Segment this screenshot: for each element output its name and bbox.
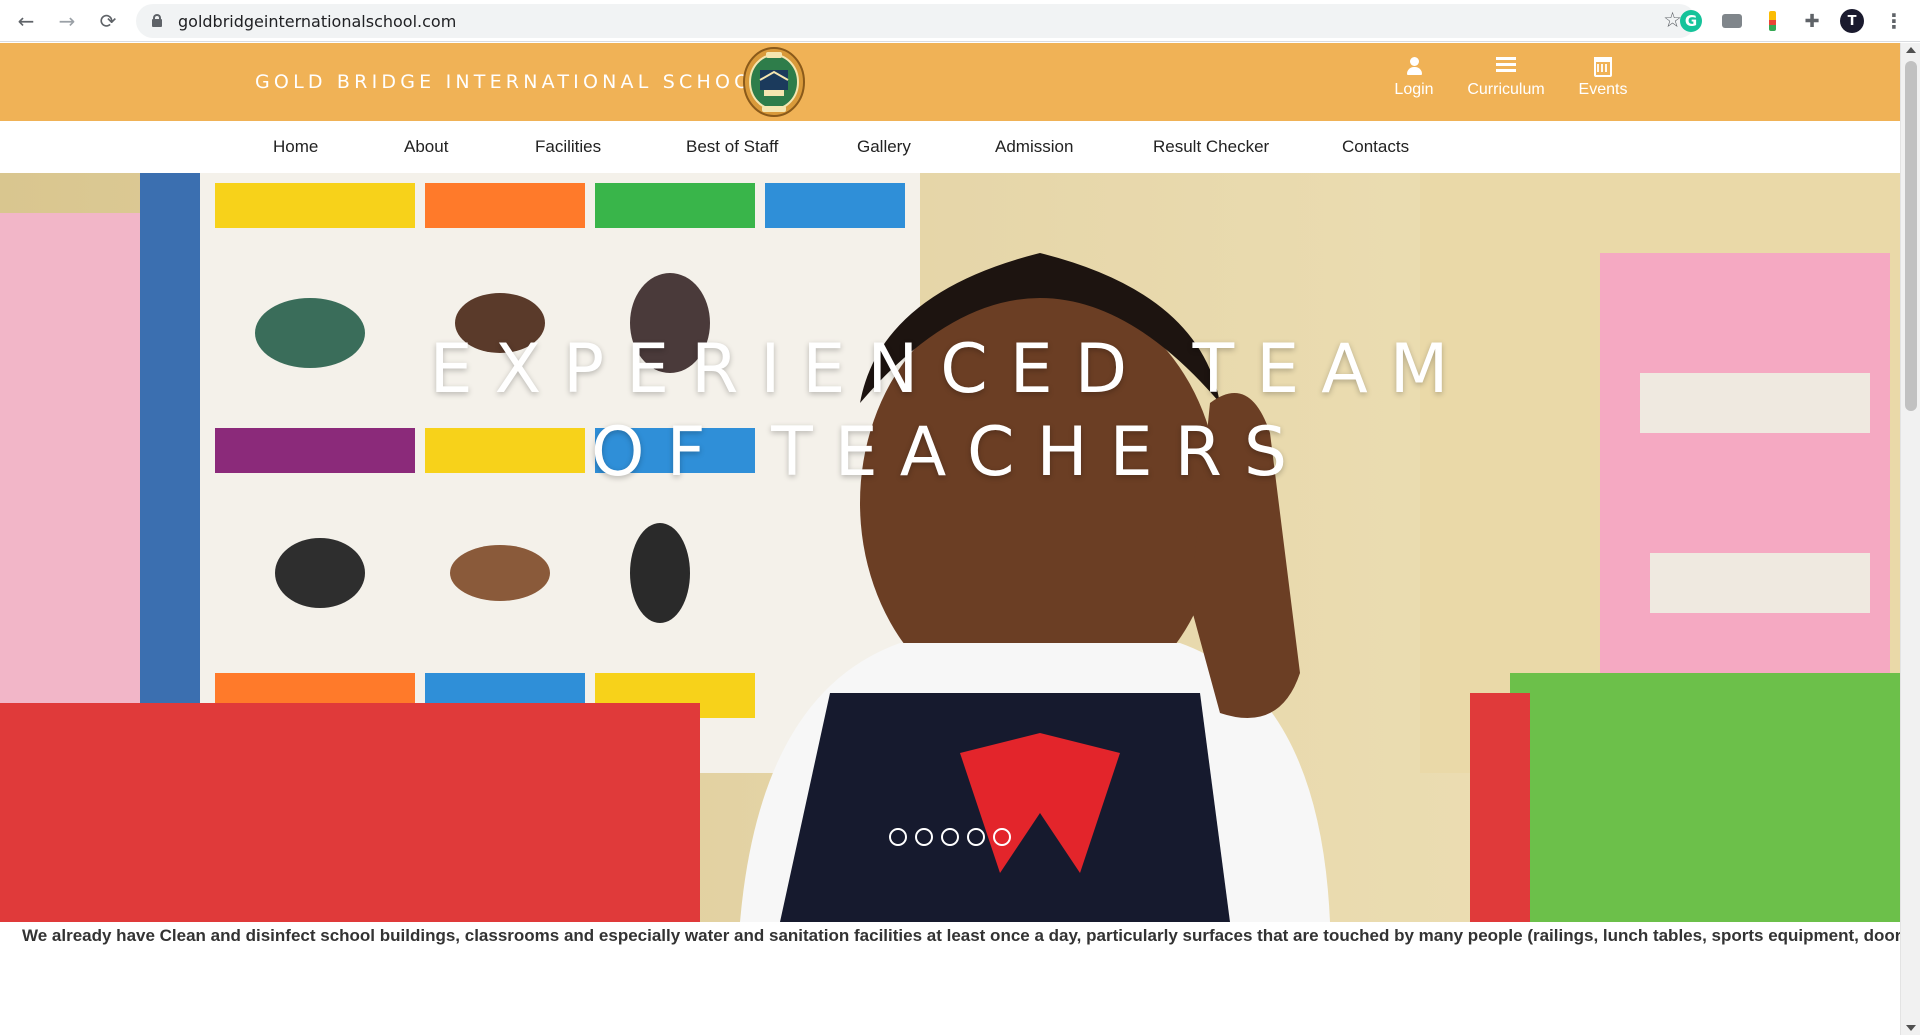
address-bar[interactable]: goldbridgeinternationalschool.com ☆	[136, 4, 1696, 38]
events-label: Events	[1578, 81, 1628, 98]
extensions-puzzle-icon[interactable]: ✚	[1800, 9, 1824, 33]
login-label: Login	[1394, 81, 1434, 98]
hero-title-line2: OF TEACHERS	[590, 413, 1310, 492]
browser-menu-icon[interactable]: ⋮	[1882, 9, 1906, 33]
calendar-icon	[1594, 57, 1612, 77]
curriculum-label: Curriculum	[1467, 81, 1545, 98]
announcement-text: We already have Clean and disinfect scho…	[22, 926, 1900, 945]
slider-dot-3[interactable]	[941, 828, 959, 846]
profile-avatar-icon[interactable]: T	[1840, 9, 1864, 33]
page-scrollbar[interactable]	[1900, 43, 1920, 1035]
nav-gallery[interactable]: Gallery	[857, 137, 911, 157]
forward-icon[interactable]: →	[53, 7, 81, 35]
slider-dot-4[interactable]	[967, 828, 985, 846]
scroll-up-arrow-icon[interactable]	[1906, 47, 1916, 53]
grammarly-extension-icon[interactable]: G	[1680, 10, 1702, 32]
main-navigation: Home About Facilities Best of Staff Gall…	[0, 121, 1900, 173]
nav-about[interactable]: About	[404, 137, 448, 157]
browser-toolbar: ← → ⟳ goldbridgeinternationalschool.com …	[0, 0, 1920, 42]
hero-title-line1: EXPERIENCED TEAM	[429, 330, 1471, 409]
nav-facilities[interactable]: Facilities	[535, 137, 601, 157]
back-icon[interactable]: ←	[12, 7, 40, 35]
nav-contacts[interactable]: Contacts	[1342, 137, 1409, 157]
slider-dot-5[interactable]	[993, 828, 1011, 846]
curriculum-link[interactable]: Curriculum	[1461, 57, 1551, 99]
nav-admission[interactable]: Admission	[995, 137, 1073, 157]
lock-icon[interactable]	[152, 14, 162, 27]
announcement-ticker: We already have Clean and disinfect scho…	[0, 922, 1900, 962]
events-link[interactable]: Events	[1558, 57, 1648, 99]
list-icon	[1496, 57, 1516, 77]
scrollbar-thumb[interactable]	[1905, 61, 1917, 411]
slider-pagination	[0, 828, 1900, 846]
nav-best-of-staff[interactable]: Best of Staff	[686, 137, 778, 157]
school-crest-logo[interactable]	[742, 46, 806, 120]
nav-home[interactable]: Home	[273, 137, 318, 157]
login-link[interactable]: Login	[1369, 57, 1459, 99]
site-header: GOLD BRIDGE INTERNATIONAL SCHOOL Login C…	[0, 43, 1900, 121]
url-text[interactable]: goldbridgeinternationalschool.com	[178, 12, 456, 31]
hero-background-image	[0, 173, 1900, 922]
slider-dot-2[interactable]	[915, 828, 933, 846]
scroll-down-arrow-icon[interactable]	[1906, 1025, 1916, 1031]
nav-result-checker[interactable]: Result Checker	[1153, 137, 1269, 157]
school-name[interactable]: GOLD BRIDGE INTERNATIONAL SCHOOL	[255, 71, 768, 93]
hero-slider[interactable]: EXPERIENCED TEAM OF TEACHERS	[0, 173, 1900, 922]
slider-dot-1[interactable]	[889, 828, 907, 846]
reload-icon[interactable]: ⟳	[94, 7, 122, 35]
media-extension-icon[interactable]	[1720, 9, 1744, 33]
pin-extension-icon[interactable]	[1760, 9, 1784, 33]
user-icon	[1406, 57, 1422, 77]
